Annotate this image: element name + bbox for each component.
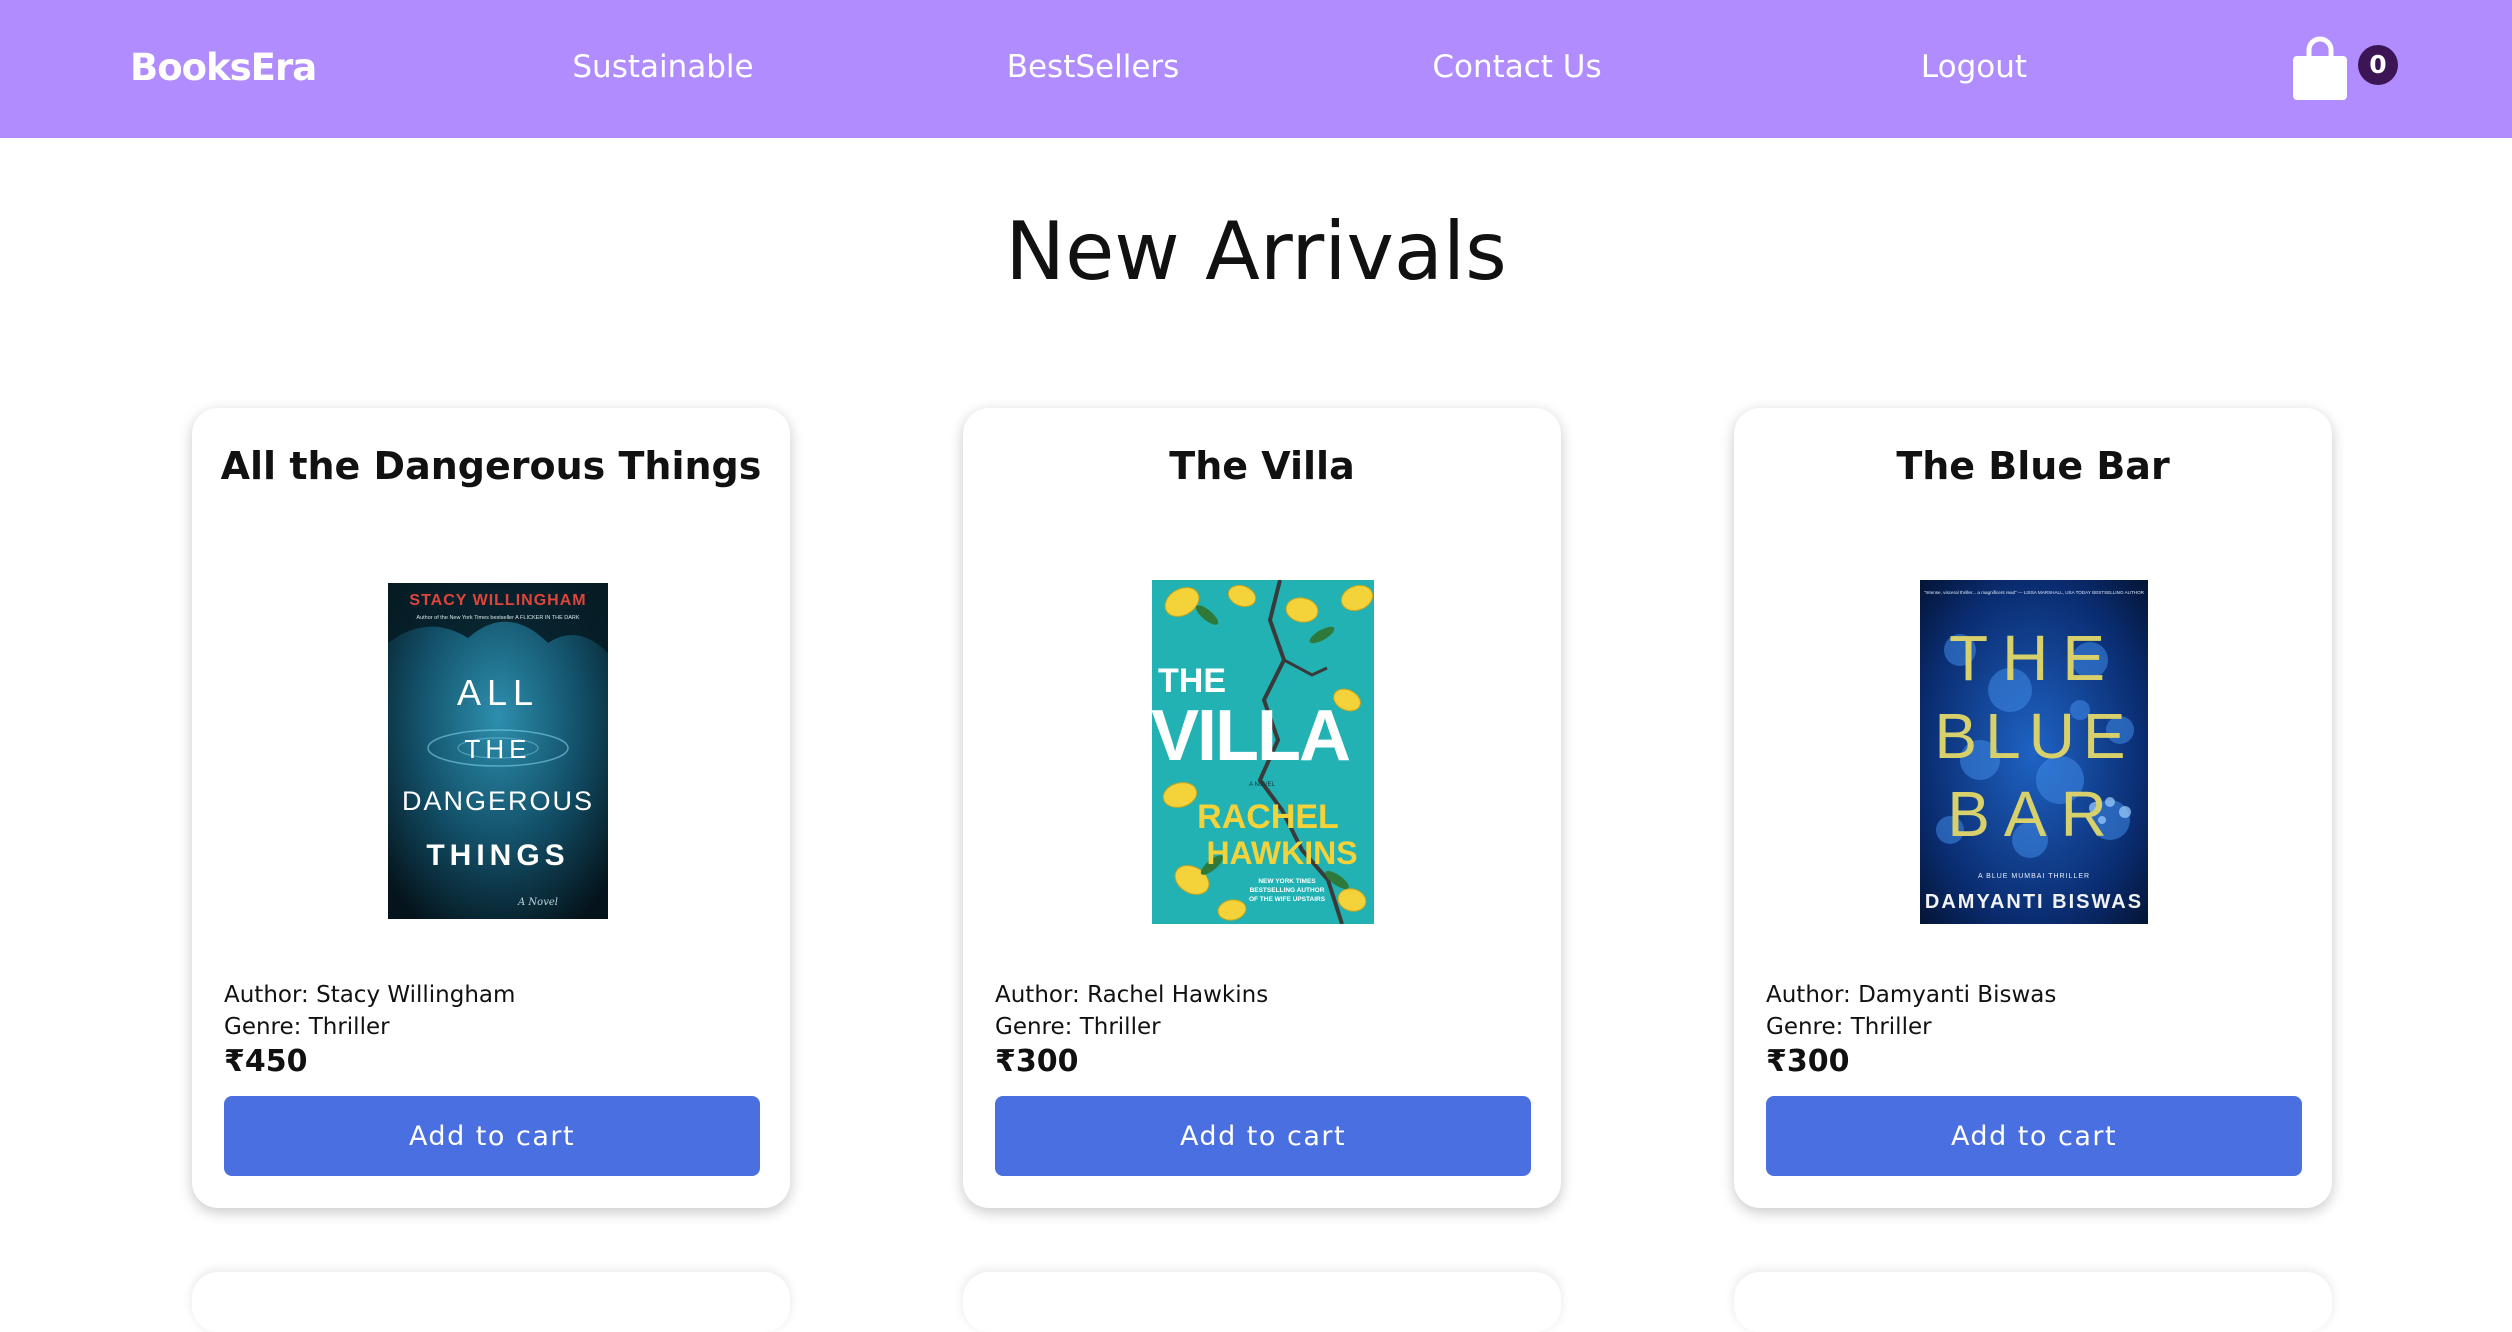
book-card	[963, 1272, 1561, 1332]
cover-title-line: BLUE	[1934, 700, 2133, 772]
book-genre: Genre: Thriller	[995, 1014, 1161, 1040]
brand-logo[interactable]: BooksEra	[130, 46, 317, 89]
book-card: The Blue Bar “Intense, visceral thriller…	[1734, 408, 2332, 1208]
book-price: ₹450	[224, 1044, 308, 1079]
add-to-cart-button[interactable]: Add to cart	[224, 1096, 760, 1176]
book-card	[192, 1272, 790, 1332]
book-genre: Genre: Thriller	[1766, 1014, 1932, 1040]
cover-title-line: THE	[465, 734, 532, 764]
cover-small-text: A NOVEL	[1249, 782, 1275, 788]
book-card: The Villa THE VILLA A NOVEL RACHEL HAWKI…	[963, 408, 1561, 1208]
book-card: All the Dangerous Things STACY WILLINGHA…	[192, 408, 790, 1208]
navbar: BooksEra Sustainable BestSellers Contact…	[0, 0, 2512, 138]
cover-author-text: STACY WILLINGHAM	[409, 592, 586, 609]
book-author: Author: Stacy Willingham	[224, 982, 516, 1008]
cart-count-badge: 0	[2358, 45, 2398, 85]
cart-button[interactable]: 0	[2290, 36, 2400, 102]
cover-title-line: THE	[1949, 622, 2119, 694]
book-price: ₹300	[1766, 1044, 1850, 1079]
nav-link-sustainable[interactable]: Sustainable	[513, 49, 813, 85]
cover-title-line: VILLA	[1152, 696, 1350, 776]
cover-title-line: THINGS	[426, 839, 569, 872]
book-title: The Villa	[1169, 444, 1355, 488]
book-author: Author: Rachel Hawkins	[995, 982, 1269, 1008]
cover-title-line: BAR	[1947, 778, 2121, 850]
cover-blurb-line: NEW YORK TIMES	[1258, 878, 1316, 885]
nav-link-logout[interactable]: Logout	[1824, 49, 2124, 85]
cover-author-line: HAWKINS	[1206, 835, 1357, 871]
book-title: All the Dangerous Things	[220, 444, 762, 488]
book-card	[1734, 1272, 2332, 1332]
cover-title-line: DANGEROUS	[402, 786, 594, 816]
cover-title-line: THE	[1158, 662, 1226, 700]
book-title: The Blue Bar	[1896, 444, 2170, 488]
book-cover-image: THE VILLA A NOVEL RACHEL HAWKINS NEW YOR…	[1152, 580, 1374, 924]
cover-author-line: RACHEL	[1197, 798, 1339, 836]
cover-blurb-line: BESTSELLING AUTHOR	[1250, 887, 1325, 894]
page-title: New Arrivals	[1005, 205, 1507, 298]
cover-title-line: ALL	[457, 672, 539, 713]
nav-link-contact-us[interactable]: Contact Us	[1367, 49, 1667, 85]
cover-subtitle-text: Author of the New York Times bestseller …	[416, 615, 579, 621]
shopping-bag-icon	[2293, 36, 2347, 100]
cover-blurb-text: “Intense, visceral thriller... a magnifi…	[1924, 590, 2145, 595]
nav-link-bestsellers[interactable]: BestSellers	[943, 49, 1243, 85]
book-author: Author: Damyanti Biswas	[1766, 982, 2057, 1008]
book-cover-image: STACY WILLINGHAM Author of the New York …	[388, 583, 608, 919]
cover-footer-text: A Novel	[517, 897, 558, 908]
cover-author-text: DAMYANTI BISWAS	[1925, 891, 2143, 913]
book-cover-image: “Intense, visceral thriller... a magnifi…	[1920, 580, 2148, 924]
cover-small-text: A BLUE MUMBAI THRILLER	[1978, 873, 2090, 880]
book-genre: Genre: Thriller	[224, 1014, 390, 1040]
book-price: ₹300	[995, 1044, 1079, 1079]
cover-blurb-line: OF THE WIFE UPSTAIRS	[1249, 896, 1326, 903]
add-to-cart-button[interactable]: Add to cart	[995, 1096, 1531, 1176]
add-to-cart-button[interactable]: Add to cart	[1766, 1096, 2302, 1176]
